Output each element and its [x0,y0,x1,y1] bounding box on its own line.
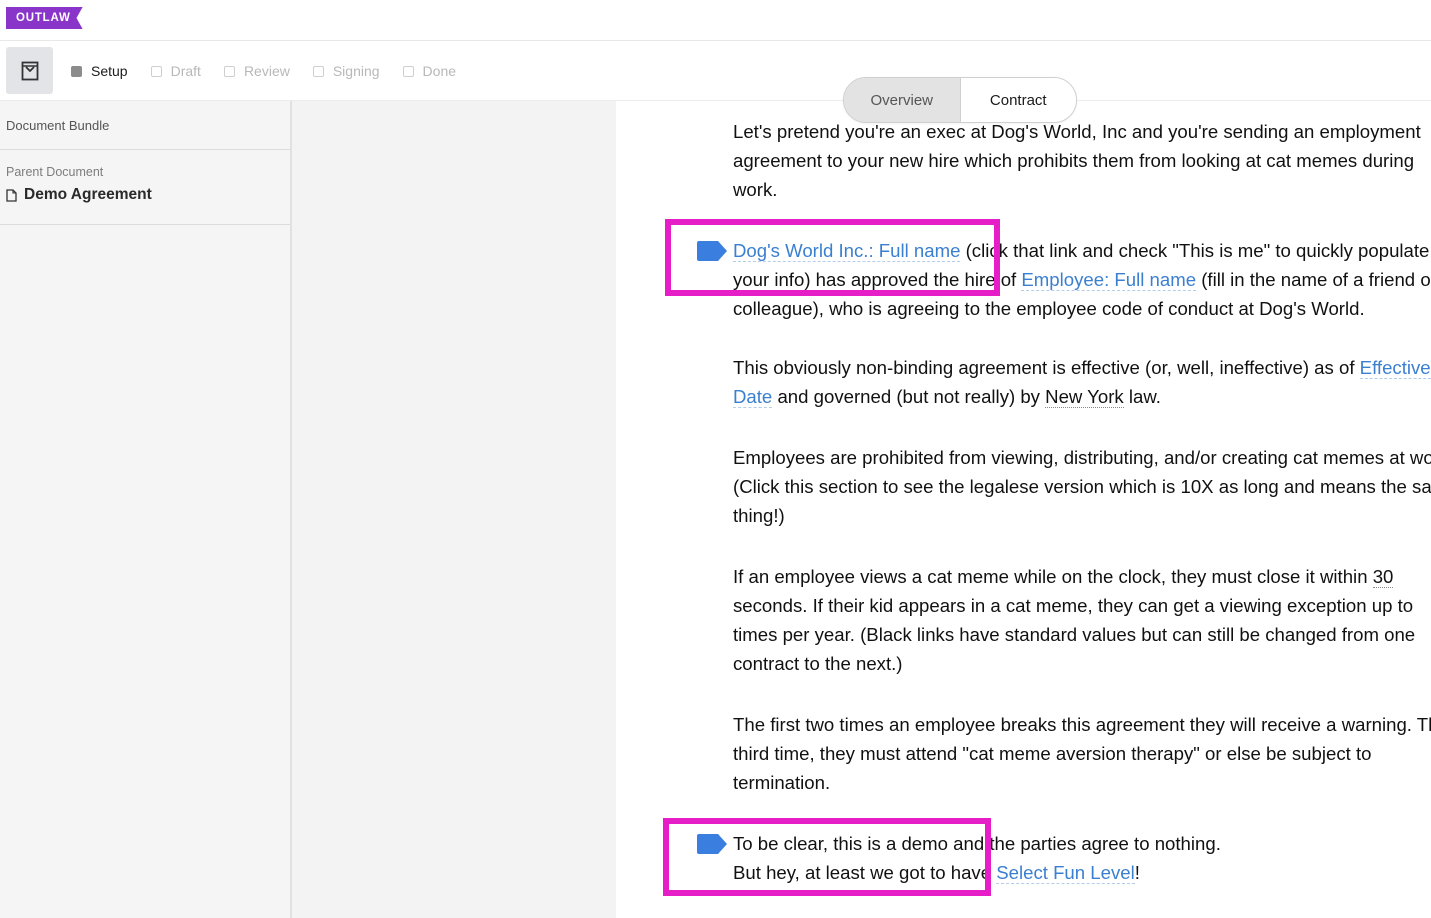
tab-contract[interactable]: Contract [960,78,1076,122]
step-label: Draft [170,63,201,79]
parent-document-name: Demo Agreement [24,186,152,203]
paragraph-text: and governed (but not really) by [772,386,1046,407]
parent-document-label: Parent Document [6,165,104,179]
paragraph-line: seconds. If their kid appears in a cat m… [733,595,1414,616]
paragraph-text: (fill in the name of a friend or [1196,269,1431,290]
paragraph-viewing-rules[interactable]: If an employee views a cat meme while on… [733,562,1431,678]
contract-document: Let's pretend you're an exec at Dog's Wo… [616,101,1431,918]
parent-document-link[interactable]: Demo Agreement [6,186,284,204]
paragraph-line: Employees are prohibited from viewing, d… [733,447,1431,468]
paragraph-line: times per year. (Black links have standa… [733,624,1416,645]
paragraph-intro[interactable]: Let's pretend you're an exec at Dog's Wo… [733,117,1431,204]
outlaw-logo[interactable]: OUTLAW [6,7,83,29]
step-checkbox-icon [402,65,414,77]
paragraph-effective-date[interactable]: This obviously non-binding agreement is … [733,353,1431,411]
paragraph-text: But hey, at least we got to have [733,862,997,883]
field-effective-date[interactable]: Effective [1359,357,1431,379]
paragraph-line: third time, they must attend "cat meme a… [733,743,1372,764]
paragraph-line: Let's pretend you're an exec at Dog's Wo… [733,121,1421,142]
step-setup[interactable]: Setup [71,63,128,79]
default-governing-law[interactable]: New York [1045,386,1124,408]
step-label: Signing [332,63,380,79]
tag-icon[interactable] [697,241,727,261]
tab-overview[interactable]: Overview [844,78,961,122]
step-checkbox-icon [312,65,324,77]
step-done[interactable]: Done [402,63,457,79]
step-draft[interactable]: Draft [150,63,201,79]
step-label: Review [243,63,290,79]
paragraph-text: your info) has approved the hire of [733,269,1022,290]
paragraph-penalties[interactable]: The first two times an employee breaks t… [733,710,1431,797]
document-gutter [294,101,616,918]
view-toggle: Overview Contract [843,77,1077,123]
paragraph-text: This obviously non-binding agreement is … [733,357,1360,378]
document-bundle-label: Document Bundle [6,117,110,133]
paragraph-text: (click that link and check "This is me" … [960,240,1430,261]
paragraph-text: ! [1134,862,1140,883]
field-company-full-name[interactable]: Dog's World Inc.: Full name [733,240,961,262]
document-bundle-button[interactable] [6,47,53,94]
parent-document-section: Parent Document Demo Agreement [0,150,290,225]
step-label: Done [422,63,457,79]
sidebar: Document Bundle Parent Document Demo Agr… [0,101,292,918]
top-bar: OUTLAW [0,0,1431,41]
field-fun-level[interactable]: Select Fun Level [996,862,1135,884]
paragraph-text: If an employee views a cat meme while on… [733,566,1373,587]
paragraph-line: termination. [733,772,831,793]
step-label: Setup [91,63,128,79]
field-effective-date-cont[interactable]: Date [733,386,773,408]
paragraph-line: thing!) [733,505,785,526]
workflow-step-bar: Setup Draft Review Signing Done [0,41,1431,101]
paragraph-line: To be clear, this is a demo and the part… [733,833,1221,854]
paragraph-line: The first two times an employee breaks t… [733,714,1431,735]
step-checkbox-icon [223,65,235,77]
paragraph-line: work. [733,179,778,200]
paragraph-line: colleague), who is agreeing to the emplo… [733,298,1365,319]
tag-icon[interactable] [697,834,727,854]
paragraph-line: (Click this section to see the legalese … [733,476,1431,497]
step-signing[interactable]: Signing [312,63,380,79]
default-seconds[interactable]: 30 [1372,566,1394,588]
field-employee-full-name[interactable]: Employee: Full name [1021,269,1197,291]
step-review[interactable]: Review [223,63,290,79]
step-checkbox-icon [71,65,82,77]
paragraph-parties[interactable]: Dog's World Inc.: Full name (click that … [733,236,1431,323]
step-checkbox-icon [150,65,162,77]
paragraph-prohibition[interactable]: Employees are prohibited from viewing, d… [733,443,1431,530]
document-icon [6,188,17,202]
paragraph-line: contract to the next.) [733,653,903,674]
paragraph-line: agreement to your new hire which prohibi… [733,150,1415,171]
step-list: Setup Draft Review Signing Done [71,41,479,101]
paragraph-closing[interactable]: To be clear, this is a demo and the part… [733,829,1431,887]
paragraph-text: law. [1123,386,1161,407]
bundle-icon [21,61,38,80]
document-bundle-header[interactable]: Document Bundle [0,101,290,150]
